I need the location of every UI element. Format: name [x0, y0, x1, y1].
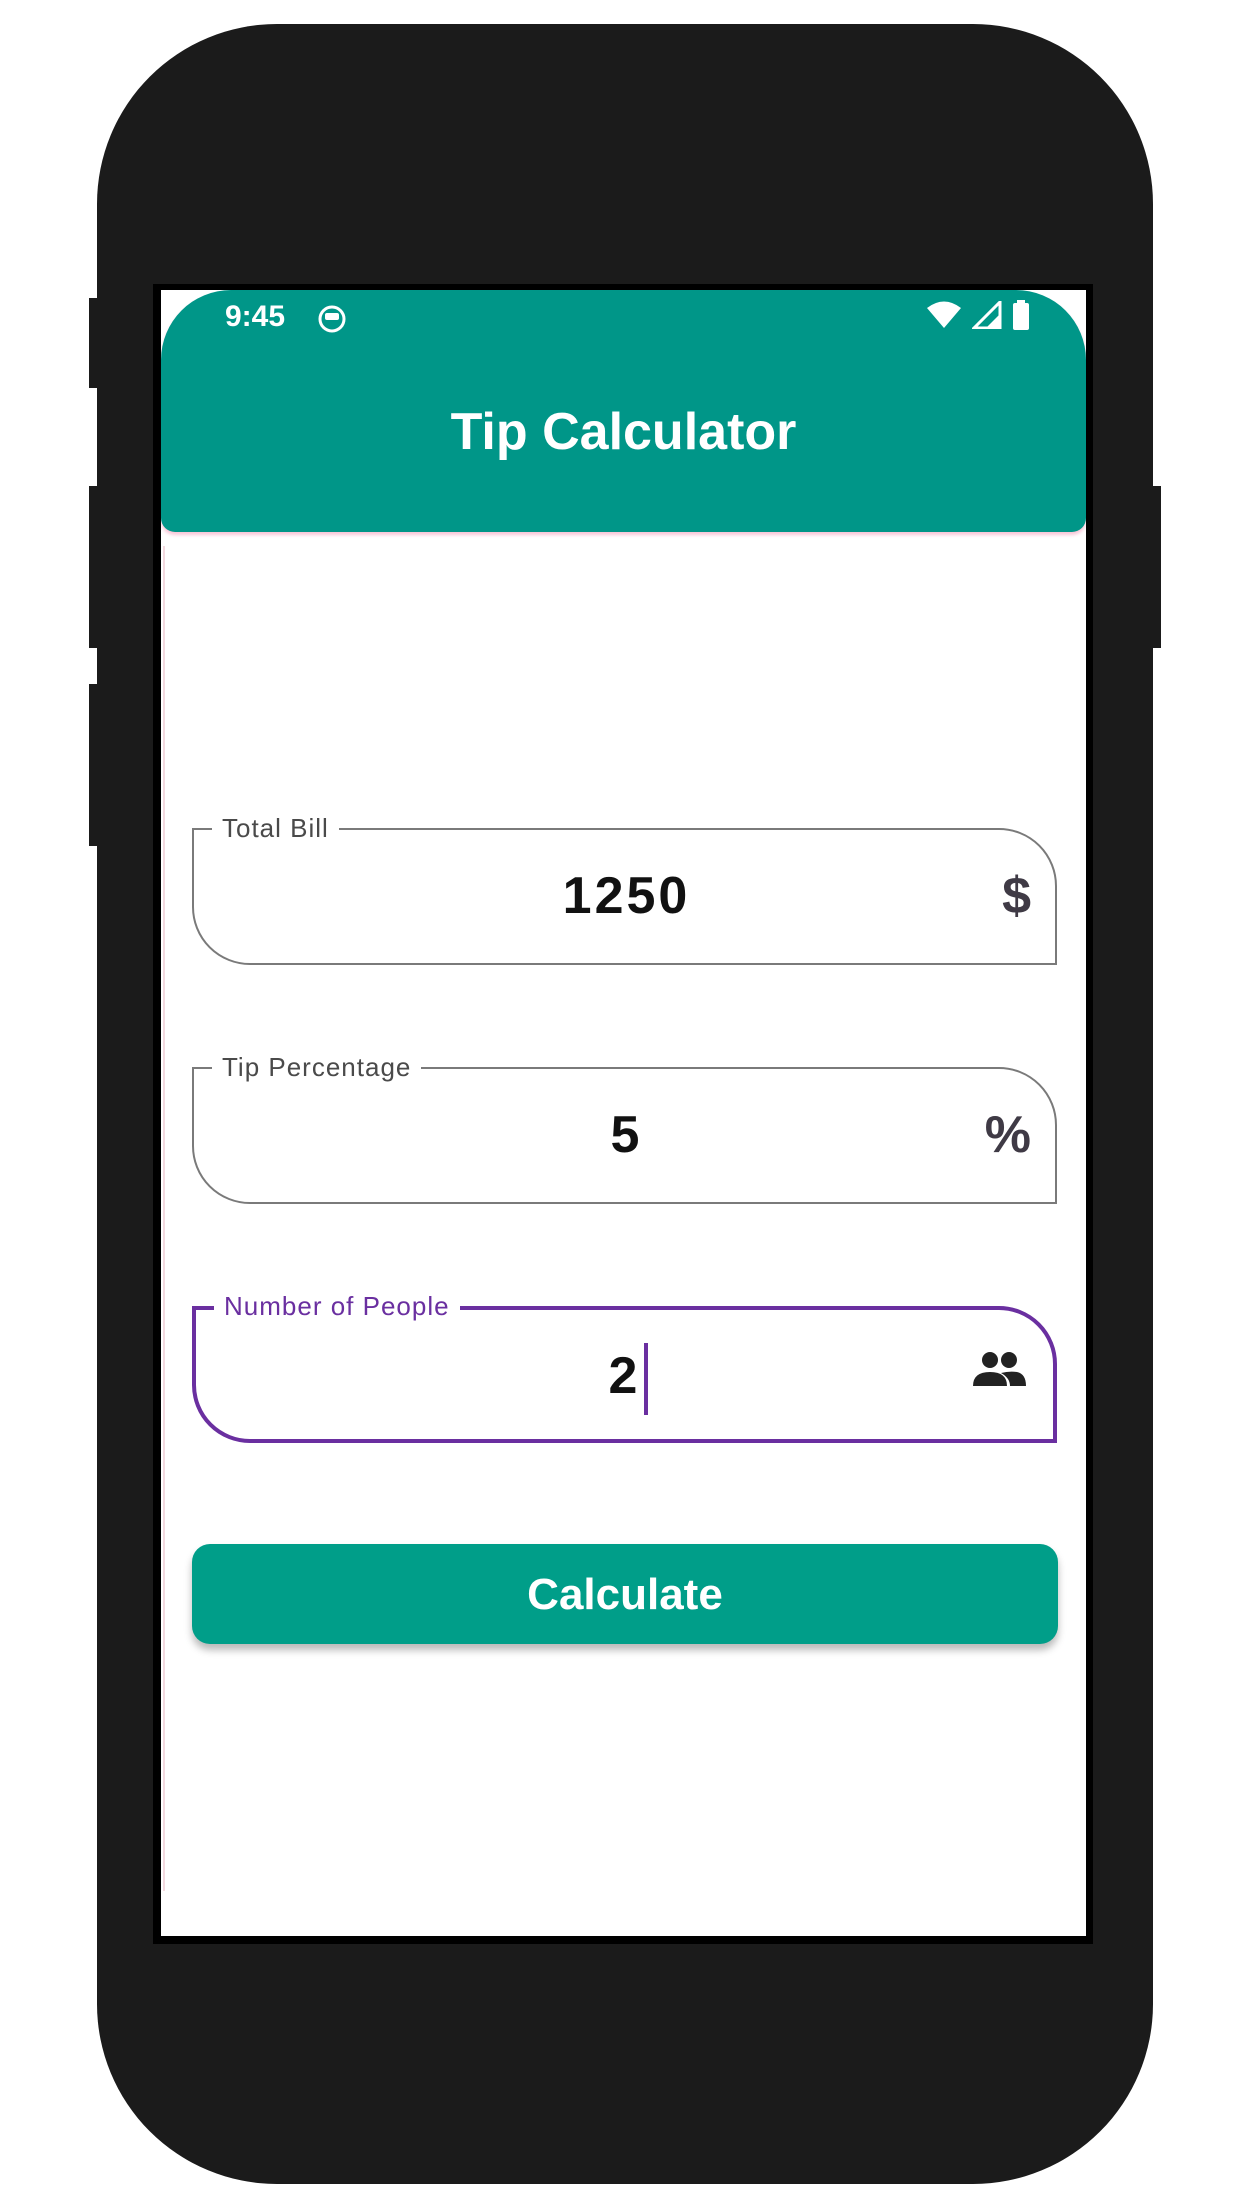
- signal-icon: [972, 301, 1002, 329]
- notification-icon: [318, 305, 346, 333]
- app-bar: 9:45 Tip Calculator: [161, 290, 1086, 532]
- people-icon: [973, 1352, 1026, 1386]
- tip-percentage-input[interactable]: 5: [194, 1069, 1059, 1202]
- battery-icon: [1013, 300, 1029, 330]
- number-of-people-field[interactable]: Number of People 2: [192, 1291, 1057, 1443]
- phone-side-button-volume-up: [89, 486, 101, 648]
- app-screen: 9:45 Tip Calculator Total Bill 1250 $ Ti…: [161, 290, 1086, 1936]
- status-time: 9:45: [225, 300, 286, 333]
- percent-icon: %: [984, 1106, 1031, 1164]
- text-cursor: [644, 1343, 649, 1416]
- number-of-people-input[interactable]: 2: [609, 1347, 641, 1405]
- phone-side-button-power: [1149, 486, 1161, 648]
- phone-side-button-volume-down: [89, 684, 101, 846]
- wifi-icon: [927, 301, 961, 328]
- tip-percentage-field[interactable]: Tip Percentage 5 %: [192, 1052, 1059, 1204]
- screen-edge-line: [163, 546, 165, 1891]
- calculate-button[interactable]: Calculate: [192, 1544, 1058, 1644]
- phone-side-button-upper-left: [89, 298, 101, 388]
- total-bill-input[interactable]: 1250: [194, 830, 1059, 963]
- number-of-people-input-wrapper[interactable]: 2: [196, 1310, 1061, 1443]
- status-icons: [926, 300, 1030, 330]
- app-title: Tip Calculator: [450, 403, 797, 461]
- dollar-icon: $: [1002, 867, 1031, 925]
- total-bill-field[interactable]: Total Bill 1250 $: [192, 813, 1059, 965]
